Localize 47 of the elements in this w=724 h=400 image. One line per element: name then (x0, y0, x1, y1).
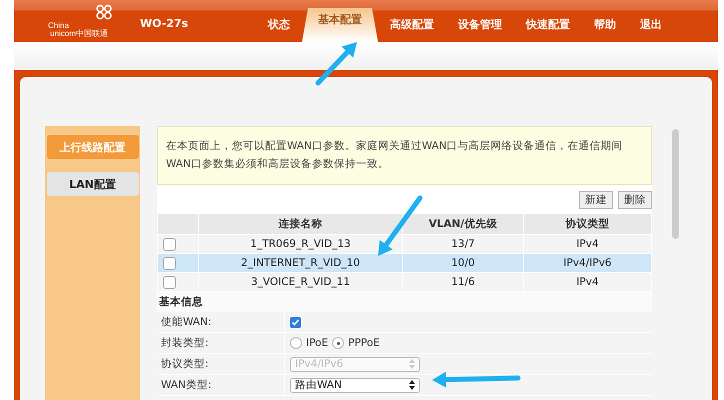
table-cell: 3_VOICE_R_VID_11 (198, 272, 402, 292)
logo-text: unicom中国联通 (50, 30, 108, 38)
nav-tab[interactable]: 帮助 (582, 10, 628, 42)
knot-logo-icon (94, 4, 114, 21)
table-cell: IPv4 (524, 234, 652, 254)
enable-checkbox[interactable] (290, 316, 301, 328)
column-header: VLAN/优先级 (402, 214, 524, 234)
toolbar-button[interactable]: 删除 (618, 191, 652, 209)
info-note: 在本页面上，您可以配置WAN口参数。家庭网关通过WAN口与高层网络设备通信，在通信期间WAN口参数集必须和高层设备参数保持一致。 (157, 126, 652, 185)
nav-tab[interactable]: 退出 (628, 10, 674, 42)
field-label: 使能WAN: (160, 315, 212, 329)
column-header: 协议类型 (524, 214, 652, 234)
sidebar-item[interactable]: 上行线路配置 (46, 135, 138, 159)
nav-tab[interactable]: 设备管理 (446, 10, 514, 42)
column-header: 连接名称 (198, 214, 402, 234)
radio-label: IPoE (306, 337, 328, 349)
stepper-icon (409, 359, 415, 369)
field-label: WAN类型: (160, 378, 212, 392)
nav-tab[interactable]: 高级配置 (378, 10, 446, 42)
radio-button[interactable] (290, 337, 302, 349)
logo-text: China (48, 22, 69, 30)
select-field[interactable]: 路由WAN (290, 378, 420, 392)
row-checkbox[interactable] (163, 238, 176, 250)
nav-tab[interactable]: 状态 (256, 10, 302, 42)
radio-label: PPPoE (348, 337, 380, 349)
table-cell: IPv4/IPv6 (524, 254, 652, 272)
scrollbar[interactable] (672, 129, 679, 239)
toolbar-button[interactable]: 新建 (579, 191, 613, 209)
sidebar-item[interactable]: LAN配置 (46, 172, 138, 196)
radio-button[interactable] (332, 337, 344, 349)
table-cell: IPv4 (524, 272, 652, 292)
nav-tab[interactable]: 快速配置 (514, 10, 582, 42)
table-cell: 1_TR069_R_VID_13 (198, 234, 402, 254)
field-label: 协议类型: (160, 357, 210, 371)
nav-tab[interactable]: 基本配置 (302, 8, 378, 42)
field-label: 封装类型: (160, 336, 210, 350)
table-cell: 13/7 (402, 234, 524, 254)
table-cell: 2_INTERNET_R_VID_10 (198, 254, 402, 272)
table-cell: 10/0 (402, 254, 524, 272)
arrow-annotation (316, 42, 357, 86)
row-checkbox[interactable] (163, 276, 176, 288)
row-checkbox[interactable] (163, 256, 176, 270)
stepper-icon (409, 380, 415, 390)
device-model: WO-27s (140, 16, 188, 30)
arrow-annotation (378, 196, 422, 256)
table-cell: 11/6 (402, 272, 524, 292)
section-title: 基本信息 (157, 292, 652, 312)
